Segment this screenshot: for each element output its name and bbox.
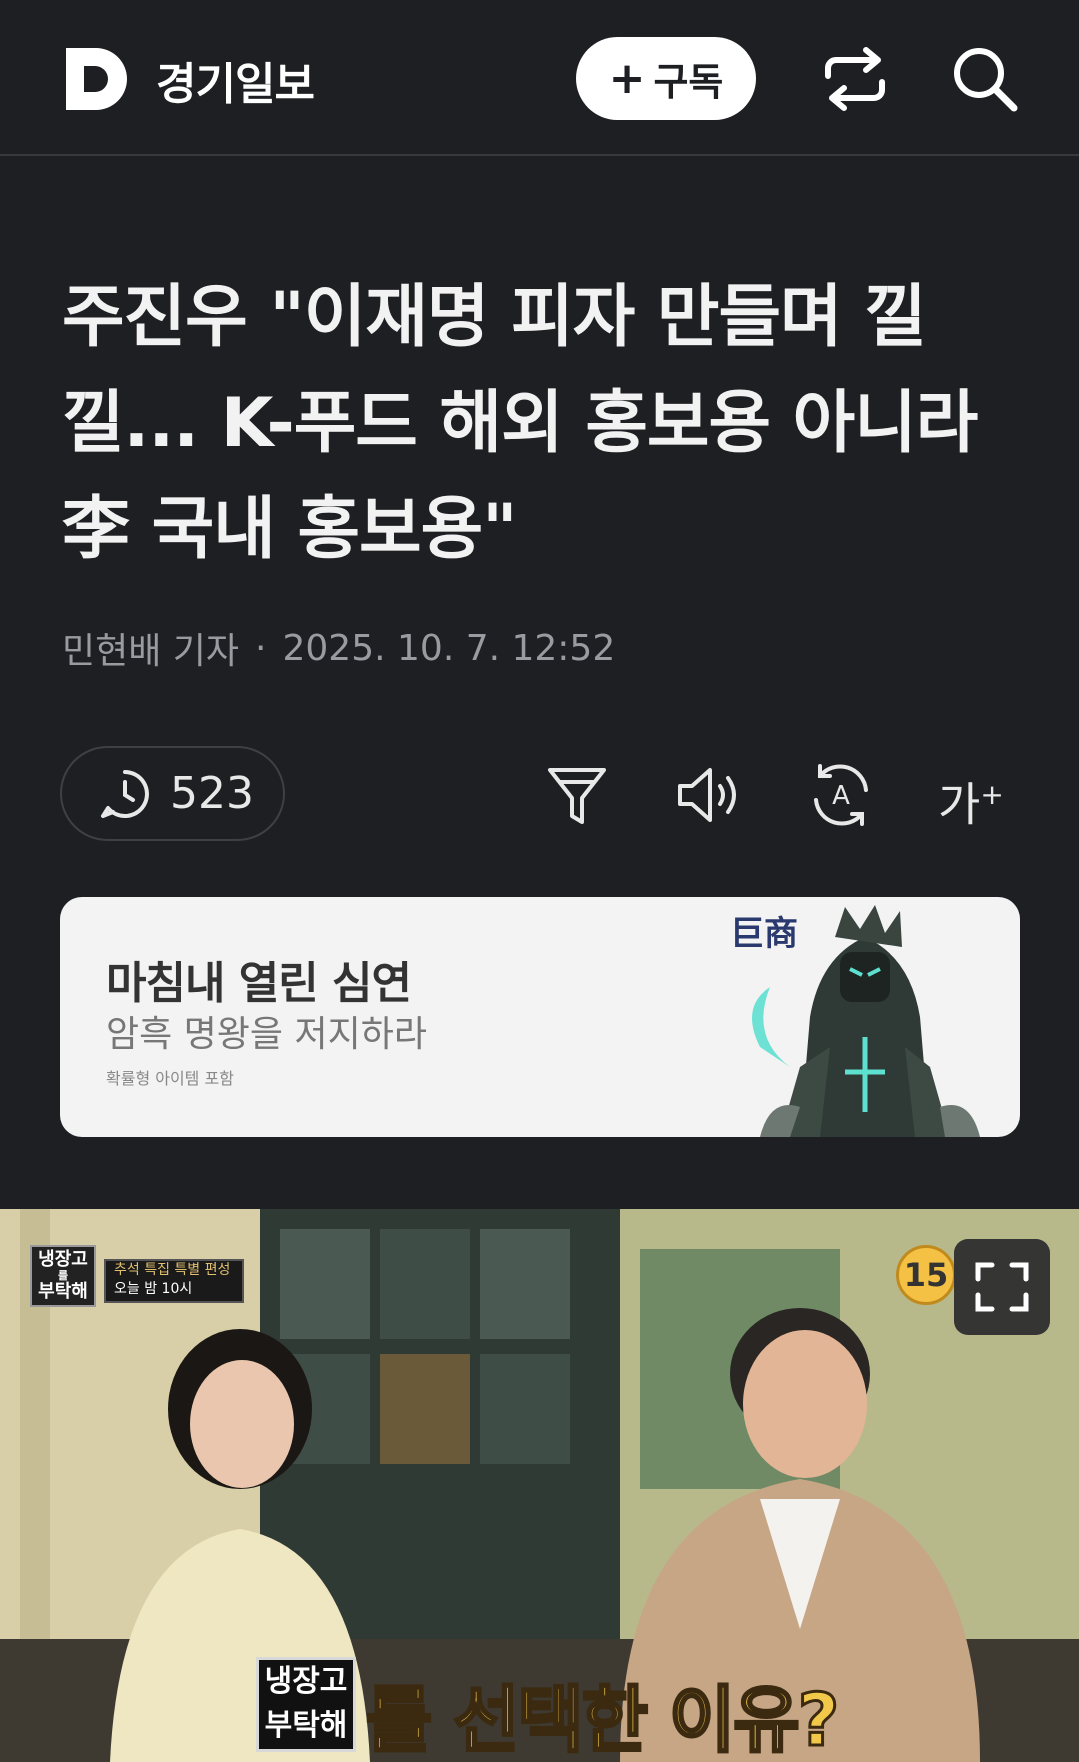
headline-line-2: 낄... K-푸드 해외 홍보용 아니라 (62, 384, 978, 463)
filter-summary-icon[interactable] (542, 760, 612, 830)
ad-game-logo: 巨商 (730, 914, 798, 954)
font-size-label: 가 (938, 777, 981, 832)
ad-note: 확률형 아이템 포함 (106, 1069, 234, 1088)
caption-show-logo: 냉장고 부탁해 (256, 1657, 356, 1752)
publish-datetime: 2025. 10. 7. 12:52 (282, 627, 616, 669)
top-bar: 경기일보 + 구독 (0, 0, 1079, 156)
subscribe-label: 구독 (653, 60, 724, 104)
share-icon[interactable] (820, 46, 890, 112)
daum-logo-icon[interactable] (62, 44, 132, 114)
article-headline: 주진우 "이재명 피자 만들며 낄 낄... K-푸드 해외 홍보용 아니라 李… (62, 265, 1022, 583)
ad-subtitle: 암흑 명왕을 저지하라 (106, 1014, 427, 1055)
broadcast-tag-line: 오늘 밤 10시 (114, 1281, 193, 1297)
svg-text:A: A (832, 781, 850, 811)
font-size-plus: + (980, 778, 1004, 811)
article-photo[interactable]: 냉장고 를 부탁해 추석 특집 특별 편성 오늘 밤 10시 15 냉장고 부탁… (0, 1209, 1079, 1762)
search-icon[interactable] (950, 44, 1020, 114)
subtitle-caption: 를 선택한 이유? (364, 1677, 840, 1762)
plus-icon: + (608, 53, 646, 104)
translate-icon[interactable]: A (806, 760, 876, 830)
ad-title: 마침내 열린 심연 (106, 958, 412, 1009)
ad-banner[interactable]: 마침내 열린 심연 암흑 명왕을 저지하라 확률형 아이템 포함 巨商 (60, 897, 1020, 1137)
caption-logo-line: 냉장고 (264, 1664, 348, 1699)
article-meta: 민현배 기자 · 2025. 10. 7. 12:52 (62, 622, 615, 674)
ad-character-illustration: 巨商 (730, 905, 980, 1137)
font-size-button[interactable]: 가+ (938, 760, 1008, 832)
caption-logo-line: 부탁해 (264, 1708, 348, 1743)
show-logo: 냉장고 를 부탁해 (30, 1245, 96, 1307)
comment-icon (101, 769, 149, 818)
headline-line-1: 주진우 "이재명 피자 만들며 낄 (62, 278, 927, 357)
meta-separator: · (255, 627, 267, 669)
author-name[interactable]: 민현배 기자 (62, 622, 239, 674)
show-logo-line: 냉장고 (38, 1249, 88, 1270)
publisher-name[interactable]: 경기일보 (156, 48, 315, 112)
broadcast-tag: 추석 특집 특별 편성 오늘 밤 10시 (104, 1259, 244, 1303)
expand-icon[interactable] (954, 1239, 1050, 1335)
show-logo-line: 부탁해 (38, 1281, 88, 1302)
comment-button[interactable]: 523 (60, 746, 285, 841)
headline-line-3: 李 국내 홍보용" (62, 490, 518, 569)
subscribe-button[interactable]: + 구독 (576, 37, 756, 120)
comment-count: 523 (170, 768, 254, 819)
broadcast-tag-line: 추석 특집 특별 편성 (114, 1262, 231, 1278)
age-rating-badge: 15 (896, 1245, 956, 1305)
speaker-icon[interactable] (674, 760, 744, 830)
